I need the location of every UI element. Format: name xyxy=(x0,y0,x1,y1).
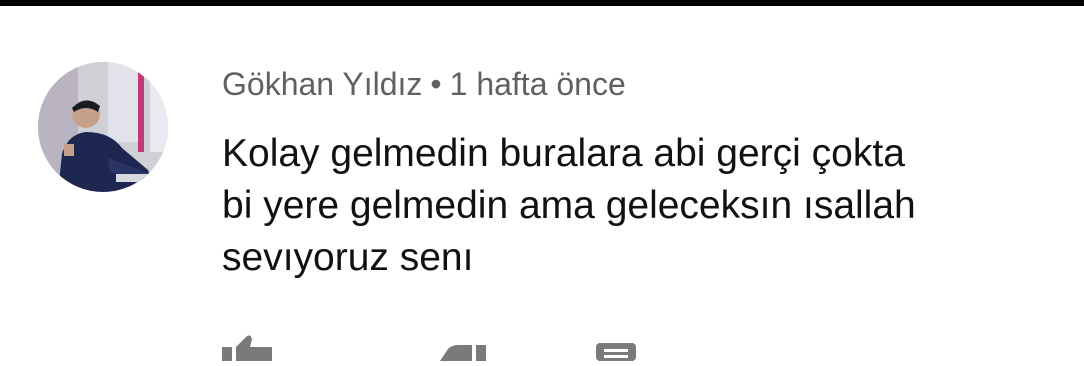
thumbs-down-icon[interactable] xyxy=(432,335,488,366)
top-divider xyxy=(0,0,1084,6)
avatar[interactable] xyxy=(38,62,168,192)
comment-meta: Gökhan Yıldız • 1 hafta önce xyxy=(222,64,626,104)
comment-text-line: Kolay gelmedin buralara abi gerçi çokta xyxy=(222,132,905,175)
comment-time[interactable]: 1 hafta önce xyxy=(450,66,626,102)
comment-text-line: sevıyoruz senı xyxy=(222,236,474,279)
comment-text: Kolay gelmedin buralara abi gerçi çokta … xyxy=(222,128,1042,284)
comment-text-line: bi yere gelmedin ama geleceksın ısallah xyxy=(222,184,916,227)
thumbs-up-icon[interactable] xyxy=(222,335,278,366)
comment-actions xyxy=(0,335,1084,361)
author-name[interactable]: Gökhan Yıldız xyxy=(222,66,422,102)
meta-separator: • xyxy=(430,66,442,102)
reply-icon[interactable] xyxy=(594,335,638,366)
